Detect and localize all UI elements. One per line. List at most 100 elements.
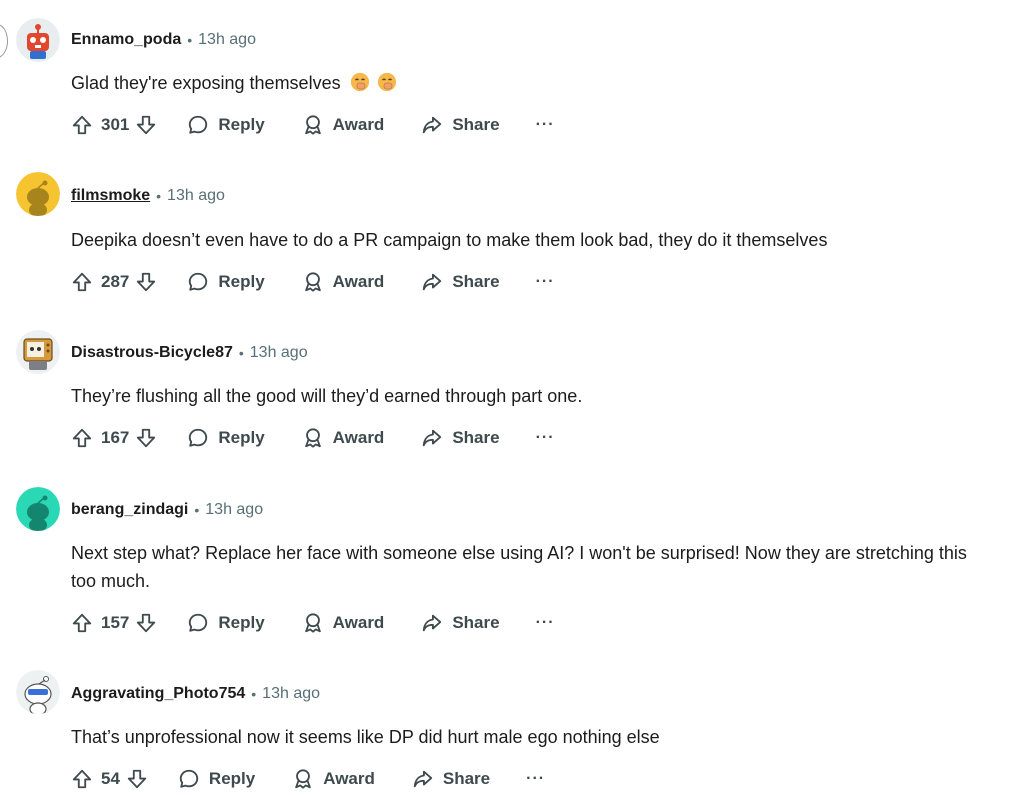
meta-separator: •	[251, 686, 257, 702]
reply-icon	[187, 271, 209, 293]
reply-button[interactable]: Reply	[187, 114, 265, 136]
share-label: Share	[442, 769, 491, 788]
award-button[interactable]: Award	[302, 114, 384, 136]
share-button[interactable]: Share	[421, 427, 500, 449]
award-icon	[302, 271, 324, 293]
comment-body: Deepika doesn’t even have to do a PR cam…	[71, 230, 828, 250]
downvote-button[interactable]	[135, 271, 157, 293]
upvote-icon	[71, 768, 93, 790]
vote-count: 287	[101, 272, 130, 291]
share-label: Share	[452, 428, 500, 447]
comment-timestamp: 13h ago	[198, 31, 256, 48]
share-icon	[421, 114, 443, 136]
award-button[interactable]: Award	[302, 271, 385, 293]
share-button[interactable]: Share	[421, 114, 500, 136]
downvote-button[interactable]	[135, 114, 157, 136]
more-options-button[interactable]: ···	[536, 614, 555, 632]
more-options-button[interactable]: ···	[526, 770, 545, 788]
award-icon	[302, 114, 324, 136]
reply-label: Reply	[218, 613, 265, 632]
avatar[interactable]	[16, 670, 60, 714]
yellow-snoo-icon	[16, 172, 60, 216]
share-icon	[421, 271, 443, 293]
upvote-button[interactable]	[71, 768, 93, 790]
reply-icon	[178, 768, 200, 790]
avatar[interactable]	[16, 487, 60, 531]
reply-button[interactable]: Reply	[187, 271, 265, 293]
reply-button[interactable]: Reply	[178, 768, 255, 790]
reply-label: Reply	[218, 428, 265, 447]
reply-button[interactable]: Reply	[187, 612, 265, 634]
upvote-icon	[71, 271, 93, 293]
award-icon	[292, 768, 314, 790]
avatar[interactable]	[16, 172, 60, 216]
comment-author[interactable]: Disastrous-Bicycle87	[71, 344, 233, 362]
comment-author[interactable]: berang_zindagi	[71, 501, 188, 519]
share-label: Share	[452, 613, 500, 632]
downvote-button[interactable]	[126, 768, 148, 790]
upvote-icon	[71, 612, 93, 634]
vote-count: 167	[101, 428, 130, 447]
award-label: Award	[332, 428, 385, 447]
downvote-icon	[126, 768, 148, 790]
award-icon	[302, 612, 324, 634]
comment-body: That’s unprofessional now it seems like …	[71, 727, 660, 747]
award-label: Award	[332, 613, 385, 632]
share-icon	[421, 427, 443, 449]
face-with-hand-over-mouth-icon	[350, 72, 370, 92]
reply-label: Reply	[218, 115, 265, 134]
share-button[interactable]: Share	[412, 768, 490, 790]
upvote-button[interactable]	[71, 427, 93, 449]
avatar[interactable]	[16, 330, 60, 374]
upvote-button[interactable]	[71, 114, 93, 136]
share-label: Share	[452, 272, 500, 291]
red-robot-snoo-icon	[16, 18, 60, 62]
face-with-hand-over-mouth-icon	[377, 72, 397, 92]
meta-separator: •	[194, 502, 200, 518]
upvote-button[interactable]	[71, 612, 93, 634]
vote-count: 157	[101, 613, 130, 632]
reply-label: Reply	[208, 769, 256, 788]
more-options-button[interactable]: ···	[536, 116, 555, 134]
award-label: Award	[332, 272, 385, 291]
more-options-button[interactable]: ···	[536, 429, 555, 447]
sunglasses-snoo-icon	[16, 670, 60, 714]
downvote-button[interactable]	[135, 427, 157, 449]
meta-separator: •	[156, 188, 162, 204]
share-icon	[421, 612, 443, 634]
award-button[interactable]: Award	[302, 612, 385, 634]
share-button[interactable]: Share	[421, 612, 500, 634]
share-icon	[412, 768, 434, 790]
vote-count: 54	[101, 769, 120, 788]
comment-body: They’re flushing all the good will they’…	[71, 386, 583, 406]
vote-count: 301	[101, 115, 130, 134]
reply-label: Reply	[218, 272, 265, 291]
meta-separator: •	[238, 345, 244, 361]
upvote-icon	[71, 427, 93, 449]
share-label: Share	[452, 115, 500, 134]
upvote-button[interactable]	[71, 271, 93, 293]
reply-icon	[187, 114, 209, 136]
avatar[interactable]	[16, 18, 60, 62]
share-button[interactable]: Share	[421, 271, 500, 293]
comment-timestamp: 13h ago	[262, 685, 321, 702]
reply-icon	[187, 427, 209, 449]
downvote-icon	[135, 271, 157, 293]
award-button[interactable]: Award	[302, 427, 385, 449]
comment-timestamp: 13h ago	[167, 187, 225, 204]
tv-snoo-icon	[16, 330, 60, 374]
downvote-icon	[135, 114, 157, 136]
reply-button[interactable]: Reply	[187, 427, 265, 449]
comment-text: Glad they're exposing themselves	[71, 73, 341, 93]
downvote-icon	[135, 427, 157, 449]
comment-author[interactable]: Aggravating_Photo754	[71, 685, 245, 703]
downvote-icon	[135, 612, 157, 634]
award-button[interactable]: Award	[292, 768, 375, 790]
downvote-button[interactable]	[135, 612, 157, 634]
upvote-icon	[71, 114, 93, 136]
more-options-button[interactable]: ···	[536, 273, 555, 291]
comment-author[interactable]: Ennamo_poda	[71, 31, 181, 49]
comment-author[interactable]: filmsmoke	[71, 187, 150, 205]
teal-snoo-icon	[16, 487, 60, 531]
parent-thread-line	[0, 24, 8, 58]
